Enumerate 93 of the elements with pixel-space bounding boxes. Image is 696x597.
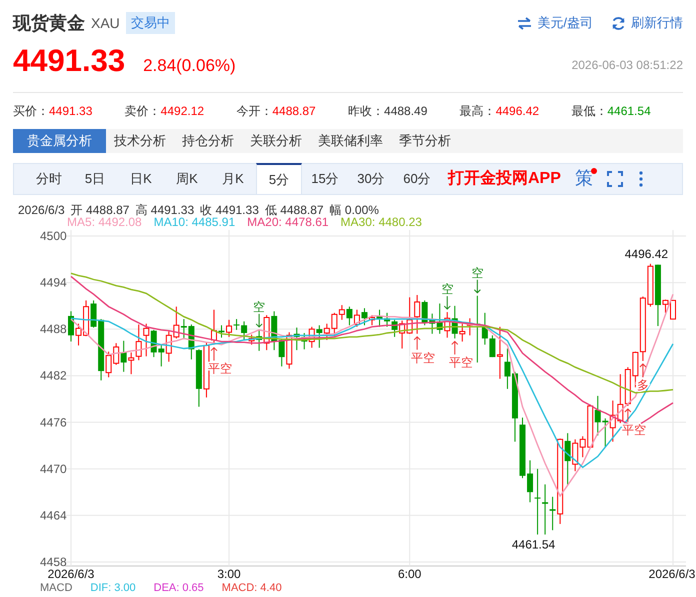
signal-arrow-icon xyxy=(639,363,646,378)
signal-arrow-icon xyxy=(256,313,263,328)
analysis-tab[interactable]: 贵金属分析 xyxy=(13,129,106,153)
signal-arrow-icon xyxy=(210,346,218,362)
ohlc-summary-item: 收 4491.33 xyxy=(200,202,259,215)
stat-label: 最高： xyxy=(460,103,496,120)
analysis-tab[interactable]: 技术分析 xyxy=(106,129,174,153)
candlestick xyxy=(369,314,375,326)
signal-arrow-icon xyxy=(444,296,451,310)
stat-value: 4488.87 xyxy=(272,103,316,120)
refresh-button[interactable]: 刷新行情 xyxy=(611,13,683,33)
ma-legend-value: : 4480.23 xyxy=(372,215,422,230)
analysis-tab[interactable]: 季节分析 xyxy=(391,129,459,153)
ma-legend-name: MA30 xyxy=(340,215,372,230)
analysis-tab[interactable]: 关联分析 xyxy=(242,129,310,153)
y-axis-label: 4494 xyxy=(40,276,67,290)
ma-legend-value: : 4485.91 xyxy=(185,215,236,230)
swap-arrows-icon xyxy=(517,16,532,30)
short-signal-label: 空 xyxy=(471,266,484,280)
y-axis-label: 4476 xyxy=(40,415,67,430)
macd-legend-item: MACD xyxy=(40,582,72,594)
period-tab[interactable]: 5分 xyxy=(256,163,302,194)
analysis-tab[interactable]: 持仓分析 xyxy=(174,129,242,153)
x-axis-label: 3:00 xyxy=(217,567,241,581)
period-tab[interactable]: 5日 xyxy=(72,164,118,194)
candlestick xyxy=(218,324,224,338)
cover-short-signal-label: 平空 xyxy=(448,355,473,370)
short-signal-label: 空 xyxy=(253,300,266,314)
candlestick xyxy=(68,310,74,342)
ohlc-summary-item: 低 4488.87 xyxy=(264,202,324,215)
long-signal-label: 多 xyxy=(636,378,649,392)
ma-legend-name: MA5 xyxy=(67,215,92,230)
y-axis-label: 4482 xyxy=(40,368,67,383)
macd-legend-item: DIF: 3.00 xyxy=(90,582,136,594)
stat-label: 买价： xyxy=(13,103,49,120)
macd-legend-item: DEA: 0.65 xyxy=(154,582,204,594)
y-axis-label: 4470 xyxy=(40,462,67,476)
x-axis-label: 6:00 xyxy=(398,567,422,581)
signal-arrow-icon xyxy=(451,340,458,355)
x-axis-label: 2026/6/3 xyxy=(48,567,94,581)
x-axis-label: 2026/6/3 xyxy=(648,567,696,581)
y-axis-label: 4458 xyxy=(40,555,67,569)
ohlc-summary-item: 2026/6/3 xyxy=(18,202,65,215)
ma-legend-name: MA10 xyxy=(154,215,186,230)
ma-legend-name: MA20 xyxy=(247,215,278,230)
stat-value: 4492.12 xyxy=(160,103,204,120)
period-tab[interactable]: 30分 xyxy=(348,164,394,194)
period-tab[interactable]: 60分 xyxy=(394,164,440,194)
period-tab[interactable]: 周K xyxy=(164,164,210,194)
period-tab[interactable]: 分时 xyxy=(26,164,72,194)
short-signal-label: 空 xyxy=(441,282,454,296)
period-tab[interactable]: 15分 xyxy=(302,164,348,194)
stat-label: 最低： xyxy=(571,103,608,120)
y-axis-label: 4500 xyxy=(40,230,67,243)
symbol-code: XAU xyxy=(91,14,120,32)
stat-value: 4461.54 xyxy=(607,103,651,120)
y-axis-label: 4464 xyxy=(40,508,67,522)
stat-value: 4496.42 xyxy=(496,103,540,120)
refresh-icon xyxy=(611,16,626,30)
strategy-button[interactable]: 策 xyxy=(574,170,593,188)
stat-value: 4491.33 xyxy=(49,103,92,120)
open-app-link[interactable]: 打开金投网APP xyxy=(448,167,561,191)
stat-value: 4488.49 xyxy=(384,103,428,120)
analysis-tab[interactable]: 美联储利率 xyxy=(310,129,391,153)
period-tab[interactable]: 日K xyxy=(118,164,164,194)
ma-legend-value: : 4492.08 xyxy=(92,215,142,230)
ohlc-summary-item: 幅 0.00% xyxy=(330,202,379,215)
stat-label: 今开： xyxy=(236,103,272,120)
cover-short-signal-label: 平空 xyxy=(622,422,646,437)
current-price: 4491.33 xyxy=(13,44,126,76)
stat-label: 昨收： xyxy=(348,103,384,120)
currency-unit-button[interactable]: 美元/盎司 xyxy=(517,13,593,33)
more-menu-icon[interactable] xyxy=(638,171,643,187)
page-title: 现货黄金 xyxy=(13,12,85,34)
period-tab[interactable]: 月K xyxy=(210,164,256,194)
fullscreen-icon[interactable] xyxy=(606,171,623,187)
candlestick xyxy=(670,300,676,320)
y-axis-label: 4488 xyxy=(40,322,67,336)
trading-status-badge: 交易中 xyxy=(126,12,175,34)
signal-arrow-icon xyxy=(474,279,481,294)
ohlc-summary-item: 开 4488.87 xyxy=(70,202,130,215)
signal-arrow-icon xyxy=(414,336,421,350)
quote-time: 2026-06-03 08:51:22 xyxy=(572,57,683,74)
price-extreme-label: 4496.42 xyxy=(624,246,668,261)
ma-legend-value: : 4478.61 xyxy=(278,215,329,230)
price-extreme-label: 4461.54 xyxy=(512,538,556,552)
ohlc-summary-item: 高 4491.33 xyxy=(135,202,194,215)
cover-short-signal-label: 平空 xyxy=(411,350,436,365)
price-change: 2.84(0.06%) xyxy=(143,54,236,76)
stat-label: 卖价： xyxy=(124,103,161,120)
candlestick xyxy=(520,417,526,479)
macd-legend-item: MACD: 4.40 xyxy=(222,582,282,594)
signal-arrow-icon xyxy=(624,408,632,422)
